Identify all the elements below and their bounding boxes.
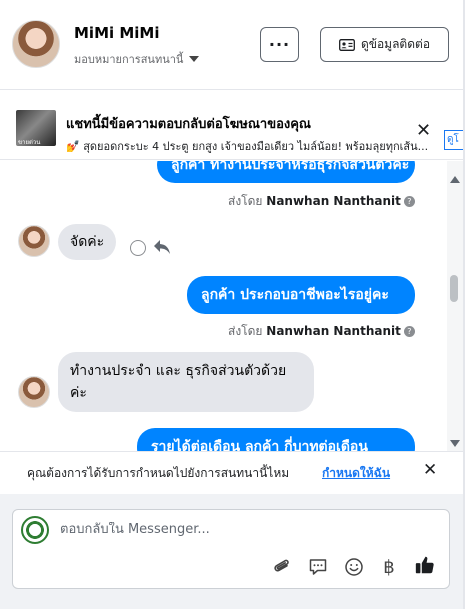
caret-down-icon [189, 56, 200, 62]
page-avatar [21, 516, 49, 544]
scrollbar-track[interactable] [447, 161, 463, 451]
info-icon: ? [403, 326, 415, 337]
thumbs-up-icon[interactable] [414, 554, 436, 576]
baht-icon[interactable]: ฿ [378, 556, 400, 578]
incoming-message[interactable]: จัดค่ะ [58, 224, 117, 260]
view-ad-link[interactable]: ดูโ [444, 130, 463, 150]
ad-banner-description: 💅 สุดยอดกระบะ 4 ประตู ยกสูง เจ้าของมือเด… [66, 140, 429, 153]
saved-reply-icon[interactable] [307, 556, 329, 578]
outgoing-message[interactable]: รายได้ต่อเดือน ลูกค้า กี่บาทต่อเดือน [137, 428, 415, 451]
assign-label: มอบหมายการสนทนานี้ [74, 53, 184, 66]
close-icon[interactable]: ✕ [416, 120, 431, 141]
ad-banner-title: แชทนี้มีข้อความตอบกลับต่อโฆษณาของคุณ [66, 117, 311, 132]
scroll-up-arrow-icon[interactable] [450, 176, 460, 183]
close-icon[interactable]: ✕ [423, 460, 437, 480]
sent-by-label: ส่งโดย Nanwhan Nanthanit? [228, 192, 415, 211]
emoji-react-icon[interactable] [130, 240, 146, 256]
view-contact-info-button[interactable]: ดูข้อมูลติดต่อ [320, 27, 449, 62]
message-line: ทำงานประจำ และ ธุรกิจส่วนตัวด้วย [70, 363, 287, 379]
contact-card-icon [339, 38, 355, 51]
scroll-down-arrow-icon[interactable] [450, 440, 460, 447]
reply-icon[interactable] [153, 239, 171, 255]
incoming-message[interactable]: ทำงานประจำ และ ธุรกิจส่วนตัวด้วย ค่ะ [58, 352, 314, 412]
message-thread[interactable]: ลูกค้า ทำงานประจำหรือธุรกิจส่วนตัวคะ ส่ง… [0, 161, 447, 451]
assign-reminder-text: คุณต้องการได้รับการกำหนดไปยังการสนทนานี้… [27, 466, 290, 480]
assign-to-me-link[interactable]: กำหนดให้ฉัน [322, 464, 390, 483]
paperclip-icon[interactable] [271, 556, 293, 578]
avatar [18, 376, 50, 408]
messenger-panel: MiMi MiMi มอบหมายการสนทนานี้ ··· ดูข้อมู… [0, 0, 465, 609]
reply-input[interactable] [60, 522, 420, 537]
contact-info-label: ดูข้อมูลติดต่อ [360, 37, 431, 51]
outgoing-message[interactable]: ลูกค้า ทำงานประจำหรือธุรกิจส่วนตัวคะ [157, 161, 415, 183]
ad-thumbnail-caption: ขายด่วน [18, 139, 41, 146]
contact-name: MiMi MiMi [74, 24, 160, 42]
avatar [18, 225, 50, 257]
info-icon: ? [403, 196, 415, 207]
scrollbar-thumb[interactable] [450, 275, 458, 302]
message-line: ค่ะ [70, 385, 87, 401]
more-options-button[interactable]: ··· [260, 27, 299, 62]
assign-dropdown[interactable]: มอบหมายการสนทนานี้ [74, 50, 200, 68]
avatar[interactable] [12, 20, 60, 68]
sent-by-label: ส่งโดย Nanwhan Nanthanit? [228, 322, 415, 341]
emoji-icon[interactable] [343, 556, 365, 578]
outgoing-message[interactable]: ลูกค้า ประกอบอาชีพอะไรอยู่คะ [187, 276, 415, 314]
